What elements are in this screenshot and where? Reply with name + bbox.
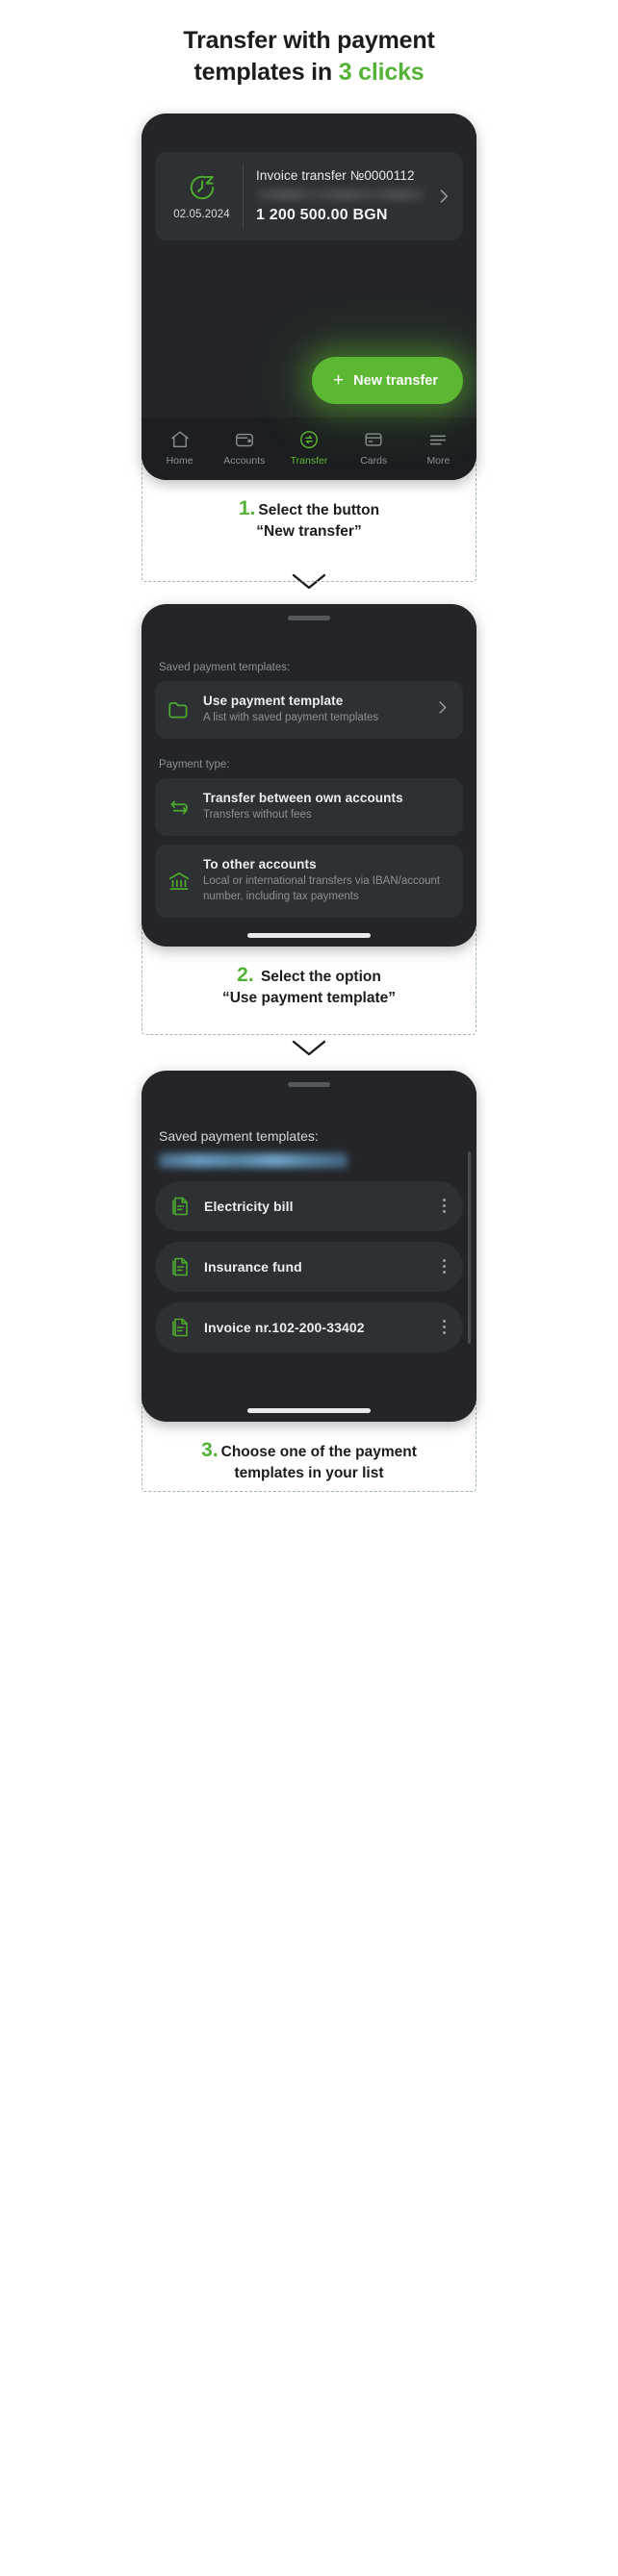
page-title-line1: Transfer with payment	[183, 27, 435, 54]
new-transfer-button-wrap: + New transfer	[312, 357, 463, 404]
chevron-right-icon[interactable]	[428, 164, 453, 229]
payment-type-label: Payment type:	[159, 759, 230, 771]
document-icon	[168, 1195, 192, 1218]
option-other-accounts[interactable]: To other accounts Local or international…	[155, 844, 463, 918]
list-item[interactable]: Insurance fund	[155, 1241, 463, 1292]
nav-label-home: Home	[166, 455, 193, 467]
nav-item-home[interactable]: Home	[147, 429, 212, 467]
bottom-navigation: Home Accounts Transfer Cards More	[142, 417, 476, 480]
kebab-menu-icon[interactable]	[439, 1199, 450, 1214]
transaction-card[interactable]: 02.05.2024 Invoice transfer №0000112 1 2…	[155, 152, 463, 240]
list-item[interactable]: Electricity bill	[155, 1180, 463, 1231]
kebab-menu-icon[interactable]	[439, 1320, 450, 1335]
scrollbar[interactable]	[468, 1150, 471, 1344]
option-other-accounts-text: To other accounts Local or international…	[203, 857, 451, 905]
option-own-accounts-subtitle: Transfers without fees	[203, 809, 312, 821]
step-1-block: 02.05.2024 Invoice transfer №0000112 1 2…	[142, 114, 476, 582]
option-other-accounts-title: To other accounts	[203, 856, 317, 871]
template-name: Electricity bill	[204, 1198, 294, 1214]
nav-item-accounts[interactable]: Accounts	[212, 429, 276, 467]
page-title: Transfer with payment templates in 3 cli…	[0, 0, 618, 88]
home-icon	[169, 429, 191, 450]
new-transfer-button[interactable]: + New transfer	[312, 357, 463, 404]
step-3-block: Saved payment templates: Electricity bil…	[142, 1070, 476, 1500]
phone-1-top-bar	[142, 114, 476, 139]
page-title-accent: 3 clicks	[338, 59, 425, 86]
new-transfer-label: New transfer	[353, 372, 438, 389]
phone-3-top-bar	[142, 1081, 476, 1107]
clock-snooze-icon	[188, 173, 217, 202]
chevron-down-icon	[292, 1040, 326, 1056]
masked-account-line	[159, 1152, 348, 1168]
nav-label-accounts: Accounts	[223, 455, 266, 467]
home-indicator	[247, 1407, 371, 1413]
use-payment-template-subtitle: A list with saved payment templates	[203, 712, 379, 724]
plus-icon: +	[333, 370, 345, 391]
saved-templates-label: Saved payment templates:	[159, 662, 291, 674]
list-item[interactable]: Invoice nr.102-200-33402	[155, 1301, 463, 1352]
phone-2-top-bar	[142, 616, 476, 642]
phone-mockup-2: Saved payment templates: Use payment tem…	[142, 604, 476, 947]
transaction-masked-line	[256, 189, 425, 201]
nav-item-transfer[interactable]: Transfer	[276, 429, 341, 467]
transaction-date: 02.05.2024	[173, 208, 230, 220]
home-indicator	[247, 932, 371, 938]
chevron-right-icon[interactable]	[433, 698, 451, 721]
sheet-grabber[interactable]	[288, 616, 330, 621]
nav-label-more: More	[426, 455, 451, 467]
transaction-title: Invoice transfer №0000112	[256, 168, 415, 183]
phone-mockup-1: 02.05.2024 Invoice transfer №0000112 1 2…	[142, 114, 476, 480]
transfer-arrows-icon	[167, 795, 192, 820]
transaction-amount: 1 200 500.00 BGN	[256, 207, 388, 223]
folder-icon	[167, 697, 192, 722]
page-title-line2-plain: templates in	[193, 59, 339, 86]
use-payment-template-text: Use payment template A list with saved p…	[203, 694, 422, 726]
option-own-accounts-title: Transfer between own accounts	[203, 791, 403, 806]
screen-transfer-options: Saved payment templates: Use payment tem…	[142, 641, 476, 938]
sheet-grabber[interactable]	[288, 1081, 330, 1087]
nav-label-cards: Cards	[360, 455, 388, 467]
option-own-accounts[interactable]: Transfer between own accounts Transfers …	[155, 778, 463, 836]
document-icon	[168, 1316, 192, 1339]
template-name: Invoice nr.102-200-33402	[204, 1319, 365, 1335]
option-own-accounts-text: Transfer between own accounts Transfers …	[203, 791, 451, 823]
option-other-accounts-subtitle: Local or international transfers via IBA…	[203, 874, 441, 902]
step-2-block: Saved payment templates: Use payment tem…	[142, 604, 476, 1036]
screen-saved-templates: Saved payment templates: Electricity bil…	[142, 1106, 476, 1413]
nav-item-cards[interactable]: Cards	[342, 429, 406, 467]
transaction-meta: 02.05.2024	[161, 164, 244, 229]
nav-label-transfer: Transfer	[290, 455, 328, 467]
nav-item-more[interactable]: More	[406, 429, 471, 467]
kebab-menu-icon[interactable]	[439, 1259, 450, 1275]
use-payment-template-option[interactable]: Use payment template A list with saved p…	[155, 681, 463, 740]
transaction-details: Invoice transfer №0000112 1 200 500.00 B…	[244, 164, 428, 229]
phone-mockup-3: Saved payment templates: Electricity bil…	[142, 1070, 476, 1422]
document-icon	[168, 1255, 192, 1278]
bank-icon	[167, 869, 192, 894]
saved-templates-heading: Saved payment templates:	[159, 1127, 319, 1144]
wallet-icon	[234, 429, 255, 450]
card-icon	[363, 429, 384, 450]
screen-transactions: 02.05.2024 Invoice transfer №0000112 1 2…	[142, 139, 476, 417]
use-payment-template-title: Use payment template	[203, 694, 344, 709]
page-root: Transfer with payment templates in 3 cli…	[0, 0, 618, 2576]
template-name: Insurance fund	[204, 1258, 302, 1275]
more-icon	[427, 429, 449, 450]
transfer-icon	[298, 429, 320, 450]
